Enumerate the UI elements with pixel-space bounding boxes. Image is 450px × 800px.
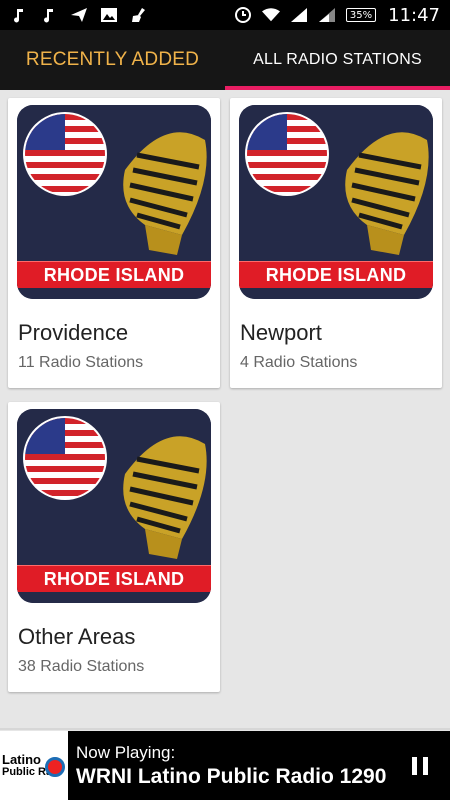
station-logo: Latino Public Radi <box>0 731 68 800</box>
card-title: Newport <box>240 320 322 345</box>
now-playing-bar[interactable]: Latino Public Radi Now Playing: WRNI Lat… <box>0 731 450 800</box>
banner: RHODE ISLAND <box>17 261 211 288</box>
rhode-island-radio-image: RHODE ISLAND <box>239 105 433 299</box>
rhode-island-radio-image: RHODE ISLAND <box>17 409 211 603</box>
music-note-icon <box>10 6 28 24</box>
station-grid: RHODE ISLAND Providence 11 Radio Station… <box>0 90 450 730</box>
status-bar: 35% 11:47 <box>0 0 450 30</box>
card-other-areas[interactable]: RHODE ISLAND Other Areas 38 Radio Statio… <box>8 402 220 692</box>
card-title: Providence <box>18 320 129 345</box>
status-time: 11:47 <box>388 4 440 26</box>
card-subtitle: 4 Radio Stations <box>240 354 358 371</box>
pause-button[interactable] <box>404 746 436 786</box>
send-icon <box>70 6 88 24</box>
card-subtitle: 11 Radio Stations <box>18 354 144 371</box>
card-newport[interactable]: RHODE ISLAND Newport 4 Radio Stations <box>230 98 442 388</box>
signal-icon <box>318 6 336 24</box>
banner-text: RHODE ISLAND <box>43 568 185 589</box>
signal-icon <box>290 6 308 24</box>
logo-emblem <box>45 757 65 777</box>
station-name: WRNI Latino Public Radio 1290 <box>76 764 387 788</box>
now-playing-label: Now Playing: <box>76 742 176 762</box>
image-icon <box>100 6 118 24</box>
battery-indicator: 35% <box>345 8 377 22</box>
tab-label: RECENTLY ADDED <box>25 49 200 70</box>
banner-text: RHODE ISLAND <box>43 264 185 285</box>
alarm-icon <box>234 6 252 24</box>
player-info: Now Playing: WRNI Latino Public Radio 12… <box>76 743 404 789</box>
pause-icon <box>409 756 431 775</box>
wifi-icon <box>261 6 280 24</box>
card-providence[interactable]: RHODE ISLAND Providence 11 Radio Station… <box>8 98 220 388</box>
divider <box>0 728 450 730</box>
tab-label: ALL RADIO STATIONS <box>253 51 422 68</box>
tab-all-radio-stations[interactable]: ALL RADIO STATIONS <box>225 30 450 90</box>
broom-icon <box>130 6 148 24</box>
card-subtitle: 38 Radio Stations <box>18 658 145 675</box>
music-note-icon <box>40 6 58 24</box>
rhode-island-radio-image: RHODE ISLAND <box>17 105 211 299</box>
banner: RHODE ISLAND <box>239 261 433 288</box>
card-title: Other Areas <box>18 624 136 649</box>
tab-recently-added[interactable]: RECENTLY ADDED <box>0 30 225 90</box>
banner: RHODE ISLAND <box>17 565 211 592</box>
banner-text: RHODE ISLAND <box>265 264 407 285</box>
tab-bar: RECENTLY ADDED ALL RADIO STATIONS <box>0 30 450 90</box>
